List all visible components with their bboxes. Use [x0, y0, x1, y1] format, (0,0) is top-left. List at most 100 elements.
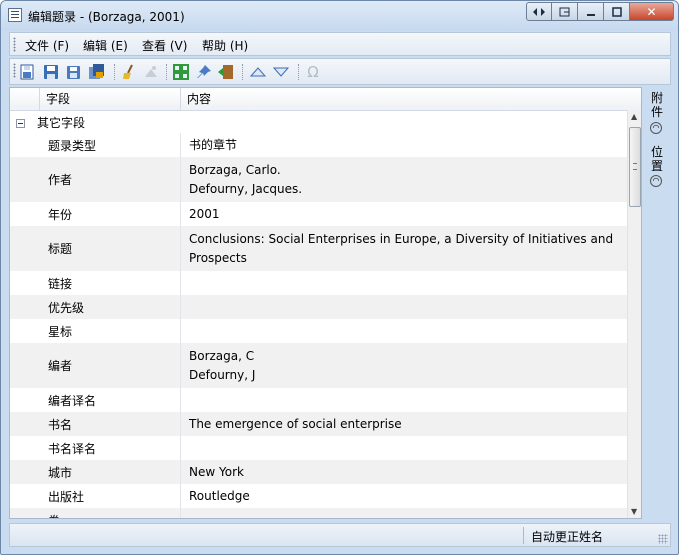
floppy-save-as-icon — [67, 66, 80, 79]
group-row[interactable]: 其它字段 — [10, 111, 627, 133]
clean-button[interactable] — [120, 63, 138, 81]
toolbar-separator — [298, 64, 300, 80]
menu-view[interactable]: 查看 (V) — [142, 37, 187, 54]
title-bar[interactable]: 编辑题录 - (Borzaga, 2001) ✕ — [1, 1, 678, 31]
field-value[interactable]: The emergence of social enterprise — [189, 415, 621, 434]
field-name: 书名译名 — [48, 441, 97, 456]
table-row[interactable]: 书名译名 — [10, 436, 627, 460]
field-value[interactable]: Borzaga, Carlo. Defourny, Jacques. — [189, 161, 621, 199]
table-row[interactable]: 链接 — [10, 271, 627, 295]
value-line: New York — [189, 465, 244, 479]
menu-grip[interactable] — [13, 37, 16, 52]
restore-layout-button[interactable] — [552, 2, 578, 21]
window-arrow-icon — [559, 7, 569, 16]
value-line: Prospects — [189, 251, 247, 265]
resize-grip-icon[interactable] — [658, 534, 668, 544]
column-divider — [180, 319, 181, 343]
navigate-arrows-button[interactable] — [526, 2, 552, 21]
grid-expand-icon — [173, 64, 189, 80]
menu-help[interactable]: 帮助 (H) — [202, 37, 248, 54]
group-label: 其它字段 — [37, 115, 86, 130]
maximize-button[interactable] — [604, 2, 630, 21]
table-row[interactable]: 年份 2001 — [10, 202, 627, 226]
table-row[interactable]: 编者译名 — [10, 388, 627, 412]
table-row[interactable]: 编者 Borzaga, C Defourny, J — [10, 343, 627, 388]
column-divider — [180, 271, 181, 295]
table-row[interactable]: 城市 New York — [10, 460, 627, 484]
column-divider — [180, 388, 181, 412]
field-value[interactable]: 2001 — [189, 205, 621, 224]
scroll-down-icon[interactable]: ▼ — [631, 507, 637, 516]
attachments-icon: ◠ — [650, 122, 662, 134]
value-line: Defourny, Jacques. — [189, 182, 303, 196]
window-title: 编辑题录 - (Borzaga, 2001) — [28, 10, 185, 24]
save-as-button[interactable] — [65, 63, 83, 81]
column-divider — [180, 484, 181, 508]
field-layout-button[interactable] — [172, 63, 190, 81]
table-row[interactable]: 书名 The emergence of social enterprise — [10, 412, 627, 436]
close-icon: ✕ — [646, 4, 657, 19]
column-header-content[interactable]: 内容 — [180, 88, 627, 110]
table-row[interactable]: 出版社 Routledge — [10, 484, 627, 508]
omega-icon: Ω — [307, 63, 319, 81]
field-value[interactable]: New York — [189, 463, 621, 482]
field-value[interactable]: Borzaga, C Defourny, J — [189, 347, 621, 385]
side-panel: 附件 ◠ 位置 ◠ — [644, 87, 674, 519]
attachments-tab[interactable]: 附件 — [650, 91, 664, 119]
column-divider — [180, 202, 181, 226]
vertical-scrollbar[interactable]: ▲ ▼ — [627, 110, 641, 518]
save-button[interactable] — [42, 63, 60, 81]
triangle-down-icon — [272, 67, 290, 77]
pin-icon — [197, 65, 211, 78]
location-tab[interactable]: 位置 — [650, 145, 664, 173]
field-name: 作者 — [48, 173, 73, 187]
save-close-button[interactable] — [19, 63, 37, 81]
insert-symbol-button[interactable]: Ω — [304, 63, 322, 81]
maximize-icon — [611, 6, 622, 17]
column-divider — [180, 295, 181, 319]
status-bar: 自动更正姓名 — [9, 523, 671, 547]
editor-window: 编辑题录 - (Borzaga, 2001) ✕ 文件 (F) 编辑 (E) 查… — [0, 0, 679, 555]
menu-file[interactable]: 文件 (F) — [25, 37, 69, 54]
field-value[interactable]: Routledge — [189, 487, 621, 506]
find-duplicate-button[interactable] — [142, 63, 160, 81]
table-row[interactable]: 题录类型 书的章节 — [10, 133, 627, 157]
toolbar-grip[interactable] — [13, 63, 16, 78]
table-row[interactable]: 优先级 — [10, 295, 627, 319]
close-button[interactable]: ✕ — [630, 2, 674, 21]
field-name: 题录类型 — [48, 138, 97, 153]
column-header-field[interactable]: 字段 — [39, 88, 180, 110]
pin-button[interactable] — [195, 63, 213, 81]
field-name: 优先级 — [48, 300, 85, 315]
move-up-button[interactable] — [249, 63, 267, 81]
save-multiple-button[interactable] — [88, 63, 106, 81]
field-grid: 字段 内容 其它字段题录类型 书的章节作者 Borzaga, Carlo. Defou… — [9, 87, 642, 519]
menu-edit[interactable]: 编辑 (E) — [83, 37, 128, 54]
value-line: Borzaga, C — [189, 349, 255, 363]
value-line: The emergence of social enterprise — [189, 417, 402, 431]
toolbar-separator — [242, 64, 244, 80]
column-divider — [180, 133, 181, 157]
move-down-button[interactable] — [272, 63, 290, 81]
grid-header: 字段 内容 — [10, 88, 641, 111]
collapse-icon[interactable] — [16, 119, 25, 128]
column-divider — [180, 412, 181, 436]
table-row[interactable]: 作者 Borzaga, Carlo. Defourny, Jacques. — [10, 157, 627, 202]
table-row[interactable]: 标题 Conclusions: Social Enterprises in Eur… — [10, 226, 627, 271]
field-value[interactable]: Conclusions: Social Enterprises in Europ… — [189, 230, 621, 268]
field-name: 编者 — [48, 359, 73, 373]
scroll-thumb[interactable] — [629, 127, 641, 207]
disabled-tool-icon — [145, 66, 157, 77]
field-value[interactable]: 书的章节 — [189, 136, 621, 155]
table-row[interactable]: 卷 — [10, 508, 627, 518]
field-name: 出版社 — [48, 489, 85, 504]
exit-button[interactable] — [217, 63, 235, 81]
value-line: Routledge — [189, 489, 250, 503]
auto-correct-names-status[interactable]: 自动更正姓名 — [531, 528, 603, 545]
minimize-button[interactable] — [578, 2, 604, 21]
field-name: 星标 — [48, 324, 73, 339]
field-name: 链接 — [48, 276, 73, 291]
table-row[interactable]: 星标 — [10, 319, 627, 343]
scroll-up-icon[interactable]: ▲ — [631, 112, 637, 121]
location-icon: ◠ — [650, 175, 662, 187]
